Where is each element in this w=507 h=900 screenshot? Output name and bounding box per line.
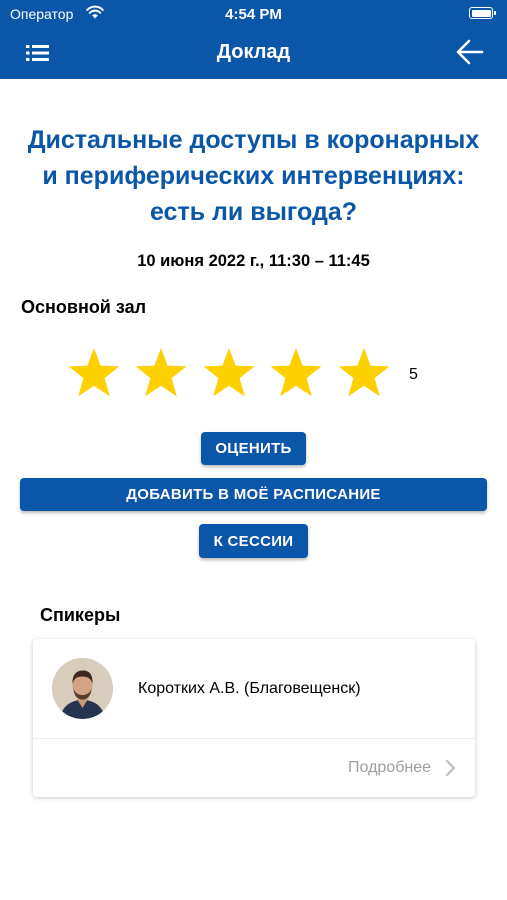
status-bar: Оператор 4:54 PM — [0, 0, 507, 28]
top-bar: Оператор 4:54 PM Доклад — [0, 0, 507, 79]
star-icon[interactable] — [201, 346, 257, 402]
speaker-card: Коротких А.В. (Благовещенск) Подробнее — [33, 639, 475, 797]
more-link-label: Подробнее — [348, 759, 431, 776]
star-icon[interactable] — [268, 346, 324, 402]
navigation-bar: Доклад — [0, 28, 507, 79]
speaker-name: Коротких А.В. (Благовещенск) — [138, 680, 361, 697]
go-to-session-button[interactable]: К СЕССИИ — [199, 524, 308, 558]
avatar — [52, 658, 113, 719]
talk-title: Дистальные доступы в коронарных и перифе… — [27, 126, 480, 226]
hall-name: Основной зал — [21, 297, 147, 317]
status-time: 4:54 PM — [225, 6, 282, 23]
add-to-schedule-button[interactable]: ДОБАВИТЬ В МОЁ РАСПИСАНИЕ — [20, 478, 487, 511]
speaker-details-link[interactable]: Подробнее — [33, 739, 475, 797]
star-icon[interactable] — [133, 346, 189, 402]
speaker-row[interactable]: Коротких А.В. (Благовещенск) — [33, 639, 475, 738]
speakers-heading: Спикеры — [40, 605, 121, 625]
star-icon[interactable] — [336, 346, 392, 402]
rating-value: 5 — [409, 366, 418, 383]
talk-datetime: 10 июня 2022 г., 11:30 – 11:45 — [137, 252, 370, 270]
rate-button[interactable]: ОЦЕНИТЬ — [201, 432, 306, 465]
star-icon[interactable] — [66, 346, 122, 402]
chevron-right-icon — [445, 759, 456, 777]
page-title: Доклад — [216, 41, 291, 63]
arrow-left-icon[interactable] — [455, 38, 485, 66]
battery-icon — [469, 7, 496, 19]
